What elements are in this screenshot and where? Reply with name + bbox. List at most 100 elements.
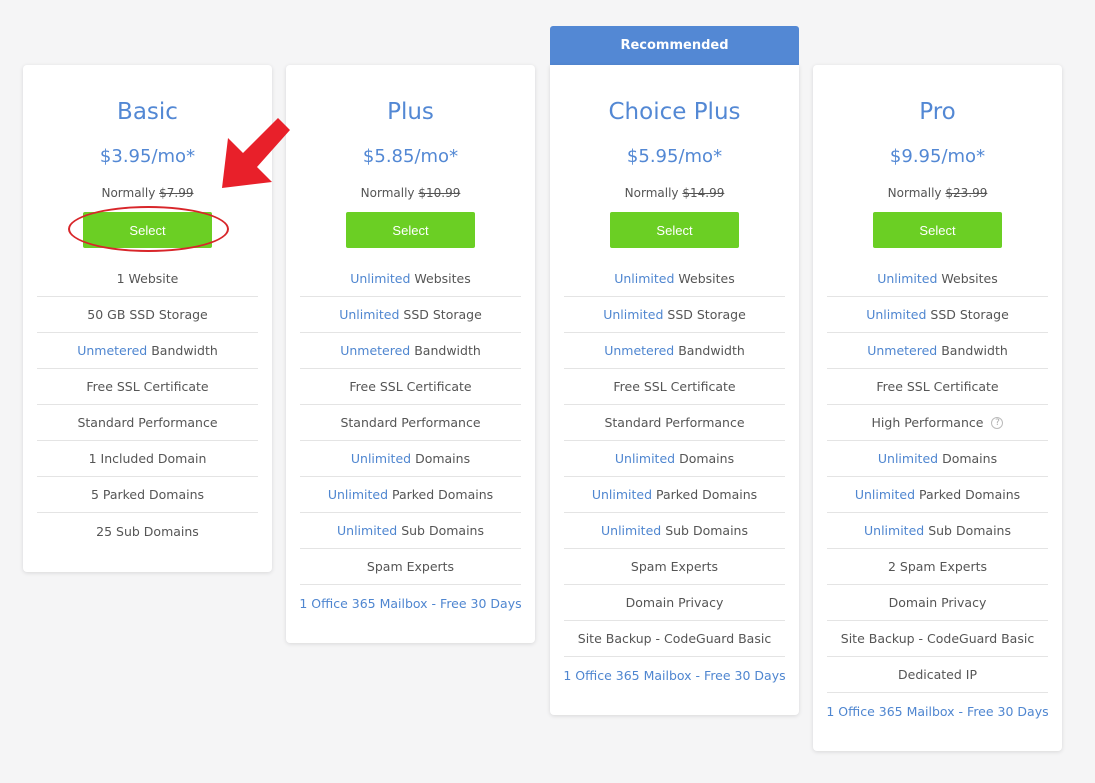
feature-highlight: Unlimited [614,271,675,286]
feature-text: Domain Privacy [888,595,987,610]
feature-row: Unlimited Websites [827,261,1048,297]
feature-row: Standard Performance [37,405,258,441]
feature-row: Unlimited Parked Domains [827,477,1048,513]
feature-row: Unlimited Sub Domains [564,513,785,549]
feature-row: Unlimited SSD Storage [300,297,521,333]
feature-text: Websites [674,271,735,286]
feature-row: Free SSL Certificate [827,369,1048,405]
feature-row: Standard Performance [564,405,785,441]
feature-row: Dedicated IP [827,657,1048,693]
plan-card-pro: Pro $9.95/mo* Normally $23.99 Select Unl… [813,65,1062,751]
feature-text[interactable]: 1 Office 365 Mailbox - Free 30 Days [299,596,521,611]
feature-text: Site Backup - CodeGuard Basic [840,631,1035,646]
feature-list: Unlimited Websites Unlimited SSD Storage U… [299,261,521,621]
annotation-circle [68,206,229,252]
feature-text: Domains [411,451,471,466]
feature-row: Unlimited Domains [300,441,521,477]
feature-row: Unlimited SSD Storage [827,297,1048,333]
feature-text: Dedicated IP [898,667,977,682]
feature-row: Unlimited Domains [827,441,1048,477]
normally-label: Normally [360,186,415,200]
feature-text: Parked Domains [388,487,494,502]
feature-text: Standard Performance [340,415,481,430]
feature-highlight: Unlimited [601,523,662,538]
feature-text[interactable]: 1 Office 365 Mailbox - Free 30 Days [826,704,1048,719]
plan-normal-price: Normally $10.99 [286,186,535,200]
annotation-arrow-icon [222,118,290,188]
feature-highlight: Unmetered [77,343,148,358]
feature-highlight: Unlimited [854,487,916,502]
plan-normal-price: Normally $14.99 [550,186,799,200]
plan-name: Pro [919,99,956,125]
feature-row: Unlimited Websites [564,261,785,297]
feature-text: 25 Sub Domains [96,523,199,539]
feature-text: 2 Spam Experts [887,559,988,574]
feature-row: Unlimited Websites [300,261,521,297]
feature-highlight: Unlimited [877,451,939,466]
feature-row: 5 Parked Domains [37,477,258,513]
feature-text: SSD Storage [399,307,482,322]
feature-text: Bandwidth [410,343,481,358]
original-price: $23.99 [945,186,988,200]
plan-name: Plus [387,99,434,125]
feature-text: Standard Performance [77,415,218,430]
feature-highlight: Unmetered [867,343,938,358]
feature-text: Bandwidth [147,343,218,358]
feature-text: Free SSL Certificate [86,379,209,394]
feature-text: Sub Domains [924,523,1011,538]
feature-text[interactable]: 1 Office 365 Mailbox - Free 30 Days [563,668,785,683]
feature-highlight: Unlimited [864,523,925,538]
feature-highlight: Unlimited [350,271,411,286]
feature-list: Unlimited Websites Unlimited SSD Storage U… [826,261,1048,729]
normally-label: Normally [101,186,156,200]
feature-row: 1 Office 365 Mailbox - Free 30 Days [563,657,785,693]
recommended-banner: Recommended [550,26,799,65]
feature-highlight: Unmetered [604,343,675,358]
feature-highlight: Unlimited [603,307,664,322]
plan-card-choice-plus: Choice Plus $5.95/mo* Normally $14.99 Se… [550,65,799,715]
feature-row: High Performance? [827,405,1048,441]
feature-row: Site Backup - CodeGuard Basic [827,621,1048,657]
feature-text: Websites [937,271,998,286]
feature-text: SSD Storage [926,307,1009,322]
feature-row: 2 Spam Experts [827,549,1048,585]
feature-highlight: Unlimited [877,271,938,286]
feature-text: Free SSL Certificate [349,379,472,394]
plan-price: $5.85/mo* [362,146,459,167]
feature-row: Spam Experts [564,549,785,585]
plan-normal-price: Normally $23.99 [813,186,1062,200]
question-mark-help-icon[interactable]: ? [991,416,1004,429]
select-button-choice-plus[interactable]: Select [610,212,739,248]
feature-row: Free SSL Certificate [564,369,785,405]
feature-text: Bandwidth [674,343,745,358]
feature-text: 50 GB SSD Storage [87,307,208,322]
select-button-pro[interactable]: Select [873,212,1002,248]
feature-row: Unlimited Domains [564,441,785,477]
feature-row: Unlimited Parked Domains [300,477,521,513]
plan-price: $5.95/mo* [626,146,723,167]
feature-text: Spam Experts [630,559,719,574]
feature-text: 1 Website [116,271,179,286]
feature-text: High Performance [871,415,984,430]
feature-text: 1 Included Domain [88,451,207,466]
feature-highlight: Unlimited [866,307,927,322]
feature-row: Unlimited Sub Domains [300,513,521,549]
feature-row: 1 Website [37,261,258,297]
feature-row: 1 Office 365 Mailbox - Free 30 Days [826,693,1048,729]
feature-text: Sub Domains [397,523,484,538]
feature-text: SSD Storage [663,307,746,322]
feature-row: Unmetered Bandwidth [300,333,521,369]
feature-text: Bandwidth [937,343,1008,358]
feature-row: Unmetered Bandwidth [37,333,258,369]
feature-row: Free SSL Certificate [300,369,521,405]
feature-row: Unmetered Bandwidth [564,333,785,369]
feature-text: Parked Domains [915,487,1021,502]
feature-highlight: Unlimited [339,307,400,322]
feature-text: Domain Privacy [625,595,724,610]
select-button-plus[interactable]: Select [346,212,475,248]
feature-list: 1 Website 50 GB SSD Storage Unmetered Band… [37,261,258,549]
feature-row: Free SSL Certificate [37,369,258,405]
feature-text: Spam Experts [366,559,455,574]
feature-text: Parked Domains [652,487,758,502]
feature-highlight: Unlimited [591,487,653,502]
